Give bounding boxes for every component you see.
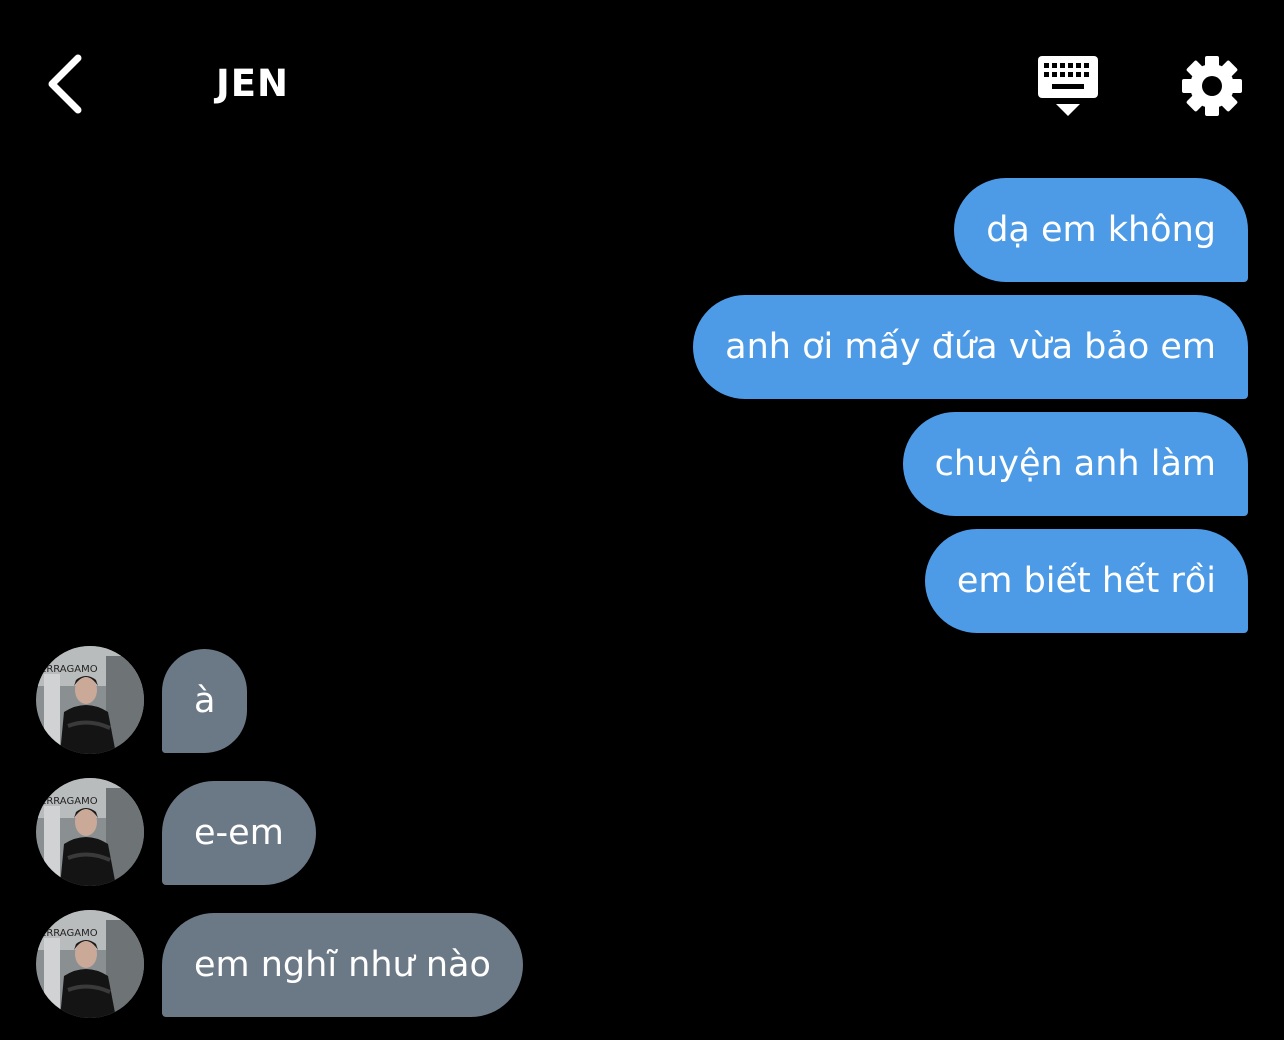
back-button[interactable] (38, 48, 98, 120)
avatar-photo: ERRAGAMO (36, 778, 144, 886)
chevron-left-icon (48, 54, 82, 114)
chat-title: JEN (216, 62, 290, 105)
message-text: e-em (194, 813, 284, 853)
message-text: dạ em không (986, 210, 1216, 250)
svg-text:ERRAGAMO: ERRAGAMO (40, 796, 98, 807)
received-message[interactable]: à (162, 649, 248, 753)
message-text: chuyện anh làm (934, 444, 1216, 484)
avatar[interactable]: ERRAGAMO (36, 910, 144, 1018)
chat-header: JEN (0, 0, 1284, 170)
message-text: em nghĩ như nào (194, 945, 491, 985)
message-text: em biết hết rồi (956, 561, 1216, 601)
settings-button[interactable] (1180, 54, 1244, 118)
sent-message[interactable]: em biết hết rồi (924, 529, 1248, 633)
sent-message[interactable]: chuyện anh làm (902, 412, 1248, 516)
avatar-photo: ERRAGAMO (36, 646, 144, 754)
gear-icon (1182, 56, 1242, 116)
sent-message[interactable]: dạ em không (954, 178, 1248, 282)
received-message[interactable]: e-em (162, 781, 316, 885)
avatar-photo: ERRAGAMO (36, 910, 144, 1018)
received-message[interactable]: em nghĩ như nào (162, 913, 523, 1017)
message-text: anh ơi mấy đứa vừa bảo em (725, 327, 1216, 367)
svg-text:ERRAGAMO: ERRAGAMO (40, 664, 98, 675)
sent-message[interactable]: anh ơi mấy đứa vừa bảo em (693, 295, 1248, 399)
keyboard-icon (1038, 56, 1098, 116)
avatar[interactable]: ERRAGAMO (36, 646, 144, 754)
svg-text:ERRAGAMO: ERRAGAMO (40, 928, 98, 939)
avatar[interactable]: ERRAGAMO (36, 778, 144, 886)
keyboard-button[interactable] (1034, 54, 1102, 120)
message-text: à (194, 681, 216, 721)
